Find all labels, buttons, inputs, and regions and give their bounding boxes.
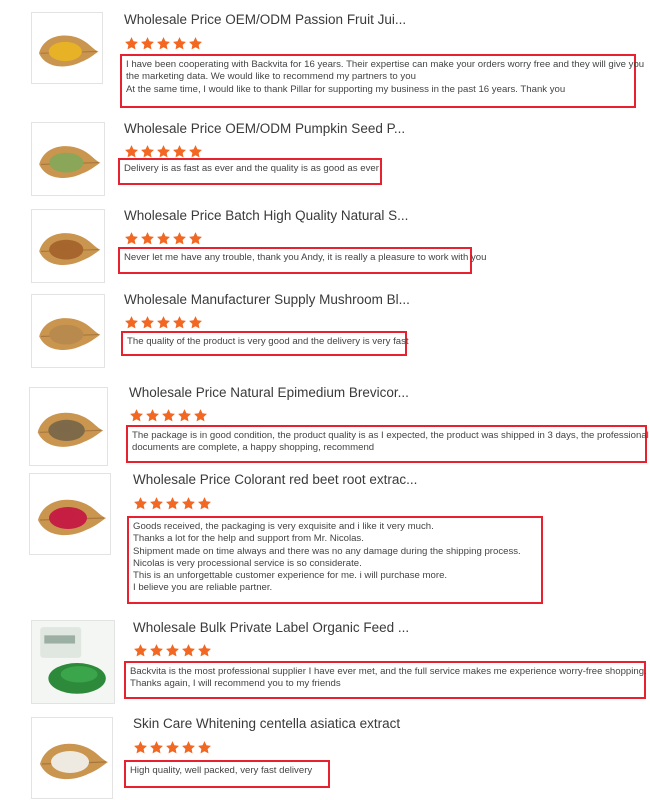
comment-line: This is an unforgettable customer experi…: [133, 570, 448, 582]
star-icon: [140, 231, 155, 246]
star-icon: [156, 231, 171, 246]
comment-line: Nicolas is very processional service is …: [133, 557, 362, 569]
comment-line: Goods received, the packaging is very ex…: [133, 521, 434, 532]
star-icon: [161, 408, 176, 423]
star-icon: [156, 36, 171, 51]
comment-line: Thanks again, I will recommend you to my…: [130, 678, 341, 690]
star-rating: [133, 643, 213, 659]
star-icon: [124, 36, 139, 51]
star-icon: [193, 408, 208, 423]
review-comment: Delivery is as fast as ever and the qual…: [118, 158, 382, 185]
star-icon: [149, 643, 164, 658]
star-rating: [133, 496, 213, 512]
reviews-page: { "colors": { "star": "#f26722", "highli…: [0, 0, 650, 800]
review-comment: The quality of the product is very good …: [121, 331, 409, 356]
star-icon: [181, 740, 196, 755]
review-comment: High quality, well packed, very fast del…: [124, 760, 330, 788]
star-rating: [124, 36, 204, 52]
star-icon: [165, 740, 180, 755]
star-icon: [188, 36, 203, 51]
star-icon: [172, 36, 187, 51]
review-comment: Never let me have any trouble, thank you…: [118, 247, 487, 274]
star-icon: [172, 231, 187, 246]
comment-line: documents are complete, a happy shopping…: [132, 442, 375, 454]
comment-line: I have been cooperating with Backvita fo…: [126, 59, 645, 70]
product-title-link[interactable]: Wholesale Price OEM/ODM Pumpkin Seed P..…: [124, 121, 405, 136]
product-title-link[interactable]: Wholesale Bulk Private Label Organic Fee…: [133, 620, 409, 635]
star-icon: [145, 408, 160, 423]
star-icon: [165, 643, 180, 658]
star-icon: [188, 315, 203, 330]
comment-line: High quality, well packed, very fast del…: [130, 765, 313, 776]
star-icon: [197, 643, 212, 658]
comment-line: Never let me have any trouble, thank you…: [124, 252, 487, 263]
star-icon: [140, 315, 155, 330]
product-thumbnail[interactable]: [31, 12, 103, 84]
product-title-link[interactable]: Skin Care Whitening centella asiatica ex…: [133, 716, 400, 731]
star-icon: [197, 740, 212, 755]
star-icon: [177, 408, 192, 423]
star-icon: [149, 496, 164, 511]
star-rating: [124, 315, 204, 331]
star-icon: [124, 315, 139, 330]
star-icon: [181, 496, 196, 511]
comment-line: Shipment made on time always and there w…: [133, 545, 521, 557]
star-icon: [140, 36, 155, 51]
product-thumbnail[interactable]: [31, 209, 105, 283]
star-icon: [172, 315, 187, 330]
review-comment: Goods received, the packaging is very ex…: [127, 516, 543, 604]
product-thumbnail[interactable]: [31, 294, 105, 368]
product-thumbnail[interactable]: [29, 473, 111, 555]
star-icon: [133, 643, 148, 658]
product-title-link[interactable]: Wholesale Manufacturer Supply Mushroom B…: [124, 292, 410, 307]
comment-line: The quality of the product is very good …: [127, 336, 409, 347]
star-icon: [188, 231, 203, 246]
star-icon: [156, 315, 171, 330]
star-icon: [172, 144, 187, 159]
star-rating: [133, 740, 213, 756]
product-title-link[interactable]: Wholesale Price Batch High Quality Natur…: [124, 208, 408, 223]
review-comment: I have been cooperating with Backvita fo…: [120, 54, 645, 108]
star-icon: [133, 496, 148, 511]
product-title-link[interactable]: Wholesale Price OEM/ODM Passion Fruit Ju…: [124, 12, 406, 27]
star-rating: [124, 231, 204, 247]
product-thumbnail[interactable]: [29, 387, 108, 466]
star-icon: [124, 144, 139, 159]
star-icon: [140, 144, 155, 159]
comment-line: the marketing data. We would like to rec…: [126, 71, 416, 83]
star-icon: [181, 643, 196, 658]
comment-line: At the same time, I would like to thank …: [126, 83, 566, 95]
star-icon: [124, 231, 139, 246]
star-icon: [129, 408, 144, 423]
product-title-link[interactable]: Wholesale Price Colorant red beet root e…: [133, 472, 417, 487]
product-title-link[interactable]: Wholesale Price Natural Epimedium Brevic…: [129, 385, 409, 400]
product-thumbnail[interactable]: [31, 717, 113, 799]
comment-line: Delivery is as fast as ever and the qual…: [124, 163, 379, 174]
product-thumbnail[interactable]: [31, 122, 105, 196]
star-icon: [188, 144, 203, 159]
star-icon: [156, 144, 171, 159]
review-comment: The package is in good condition, the pr…: [126, 425, 649, 463]
star-rating: [129, 408, 209, 424]
comment-line: Thanks a lot for the help and support fr…: [133, 533, 364, 545]
product-thumbnail[interactable]: [31, 620, 115, 704]
star-icon: [133, 740, 148, 755]
star-icon: [197, 496, 212, 511]
star-icon: [149, 740, 164, 755]
comment-line: The package is in good condition, the pr…: [132, 430, 649, 441]
review-comment: Backvita is the most professional suppli…: [124, 661, 647, 699]
comment-line: I believe you are reliable partner.: [133, 582, 273, 594]
star-icon: [165, 496, 180, 511]
comment-line: Backvita is the most professional suppli…: [130, 666, 647, 677]
